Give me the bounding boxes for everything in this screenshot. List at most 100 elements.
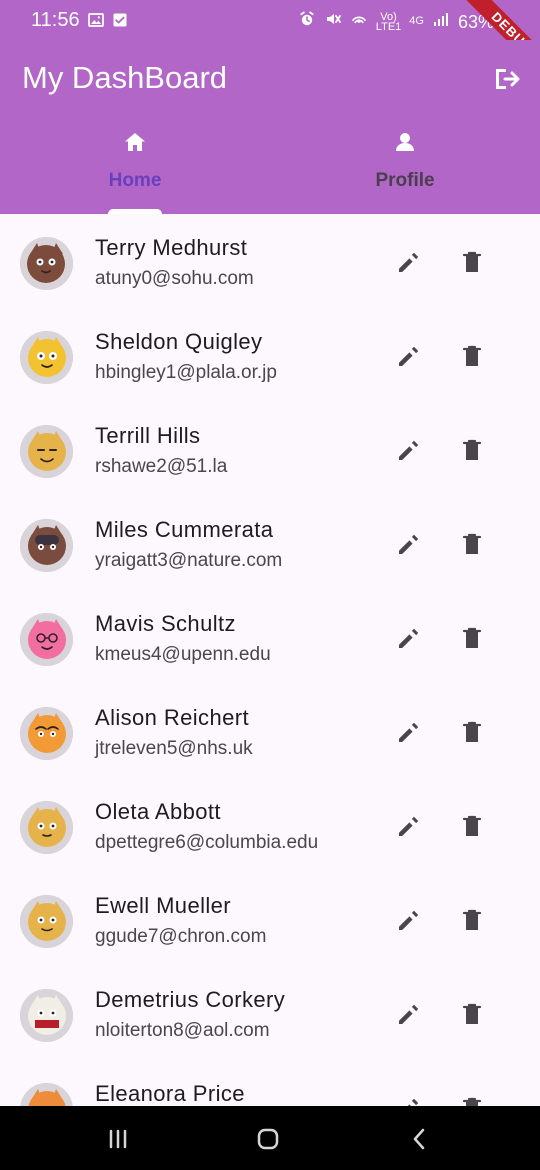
- user-name: Miles Cummerata: [95, 517, 274, 542]
- user-email: atuny0@sohu.com: [95, 268, 254, 289]
- system-home-button[interactable]: [254, 1125, 282, 1153]
- trash-icon: [462, 909, 482, 930]
- logout-button[interactable]: [492, 64, 522, 94]
- delete-button[interactable]: [458, 624, 486, 652]
- avatar: [20, 613, 73, 666]
- status-bar: 11:56 Vo) LTE1 4G 63% DEBUG: [0, 0, 540, 82]
- delete-button[interactable]: [458, 1094, 486, 1106]
- user-row[interactable]: Alison Reichert jtreleven5@nhs.uk: [0, 684, 540, 778]
- status-time: 11:56: [31, 9, 80, 31]
- home-icon: [122, 129, 148, 155]
- edit-button[interactable]: [395, 436, 423, 464]
- user-email: jtreleven5@nhs.uk: [95, 738, 253, 759]
- trash-icon: [462, 1003, 482, 1024]
- user-email: hbingley1@plala.or.jp: [95, 362, 277, 383]
- delete-button[interactable]: [458, 342, 486, 370]
- network-top: Vo): [380, 10, 397, 23]
- edit-button[interactable]: [395, 1094, 423, 1106]
- delete-button[interactable]: [458, 248, 486, 276]
- edit-icon: [399, 1004, 419, 1024]
- alarm-icon: [298, 10, 316, 33]
- user-name: Terry Medhurst: [95, 235, 248, 260]
- edit-button[interactable]: [395, 718, 423, 746]
- delete-button[interactable]: [458, 530, 486, 558]
- status-left-icons: [88, 12, 128, 33]
- user-name: Demetrius Corkery: [95, 987, 286, 1012]
- recent-apps-button[interactable]: [104, 1125, 132, 1153]
- user-row[interactable]: Mavis Schultz kmeus4@upenn.edu: [0, 590, 540, 684]
- user-row[interactable]: Sheldon Quigley hbingley1@plala.or.jp: [0, 308, 540, 402]
- delete-button[interactable]: [458, 906, 486, 934]
- logout-icon: [496, 69, 520, 89]
- edit-icon: [399, 910, 419, 930]
- back-button[interactable]: [406, 1125, 434, 1153]
- tab-home-label: Home: [108, 170, 162, 191]
- user-name: Terrill Hills: [95, 423, 201, 448]
- user-name: Oleta Abbott: [95, 799, 221, 824]
- user-name: Mavis Schultz: [95, 611, 236, 636]
- signal-icon: [432, 10, 450, 33]
- edit-icon: [407, 1098, 419, 1106]
- tab-home[interactable]: Home: [0, 124, 270, 214]
- trash-icon: [462, 533, 482, 554]
- back-icon: [413, 1128, 425, 1150]
- user-email: kmeus4@upenn.edu: [95, 644, 271, 665]
- tab-profile-label: Profile: [375, 170, 435, 191]
- user-name: Sheldon Quigley: [95, 329, 263, 354]
- user-email: ggude7@chron.com: [95, 926, 267, 947]
- user-row[interactable]: Miles Cummerata yraigatt3@nature.com: [0, 496, 540, 590]
- person-icon: [392, 129, 418, 155]
- trash-icon: [462, 627, 482, 648]
- avatar: [20, 519, 73, 572]
- recent-apps-icon: [109, 1129, 127, 1149]
- user-row[interactable]: Oleta Abbott dpettegre6@columbia.edu: [0, 778, 540, 872]
- trash-icon: [462, 1097, 482, 1106]
- edit-icon: [399, 722, 419, 742]
- edit-icon: [399, 534, 419, 554]
- edit-icon: [399, 252, 419, 272]
- user-email: dpettegre6@columbia.edu: [95, 832, 319, 853]
- delete-button[interactable]: [458, 812, 486, 840]
- user-row[interactable]: Demetrius Corkery nloiterton8@aol.com: [0, 966, 540, 1060]
- avatar: [20, 1083, 73, 1106]
- network-bottom: LTE1: [375, 20, 402, 33]
- user-list[interactable]: Terry Medhurst atuny0@sohu.com Sheldon Q…: [0, 214, 540, 1106]
- hotspot-icon: [350, 10, 368, 33]
- edit-button[interactable]: [395, 812, 423, 840]
- mute-icon: [324, 10, 342, 33]
- delete-button[interactable]: [458, 436, 486, 464]
- system-navigation-bar: [0, 1106, 540, 1170]
- image-icon: [88, 12, 104, 33]
- network-label: Vo) LTE1: [375, 10, 402, 33]
- network-type: 4G: [409, 15, 424, 27]
- delete-button[interactable]: [458, 718, 486, 746]
- avatar: [20, 801, 73, 854]
- avatar: [20, 425, 73, 478]
- user-row[interactable]: Eleanora Price: [0, 1060, 540, 1106]
- user-row[interactable]: Terrill Hills rshawe2@51.la: [0, 402, 540, 496]
- edit-icon: [399, 628, 419, 648]
- user-email: rshawe2@51.la: [95, 456, 228, 477]
- user-name: Alison Reichert: [95, 705, 249, 730]
- avatar: [20, 989, 73, 1042]
- edit-icon: [399, 440, 419, 460]
- user-row[interactable]: Terry Medhurst atuny0@sohu.com: [0, 214, 540, 308]
- trash-icon: [462, 345, 482, 366]
- trash-icon: [462, 439, 482, 460]
- user-email: nloiterton8@aol.com: [95, 1020, 270, 1041]
- edit-button[interactable]: [395, 1000, 423, 1028]
- edit-button[interactable]: [395, 624, 423, 652]
- home-circle-icon: [257, 1128, 279, 1150]
- user-name: Ewell Mueller: [95, 893, 232, 918]
- user-row[interactable]: Ewell Mueller ggude7@chron.com: [0, 872, 540, 966]
- trash-icon: [462, 815, 482, 836]
- edit-button[interactable]: [395, 342, 423, 370]
- edit-button[interactable]: [395, 906, 423, 934]
- app-bar: My DashBoard Home Profile: [0, 40, 540, 214]
- edit-button[interactable]: [395, 530, 423, 558]
- tab-profile[interactable]: Profile: [270, 124, 540, 214]
- delete-button[interactable]: [458, 1000, 486, 1028]
- edit-button[interactable]: [395, 248, 423, 276]
- trash-icon: [462, 251, 482, 272]
- edit-icon: [399, 346, 419, 366]
